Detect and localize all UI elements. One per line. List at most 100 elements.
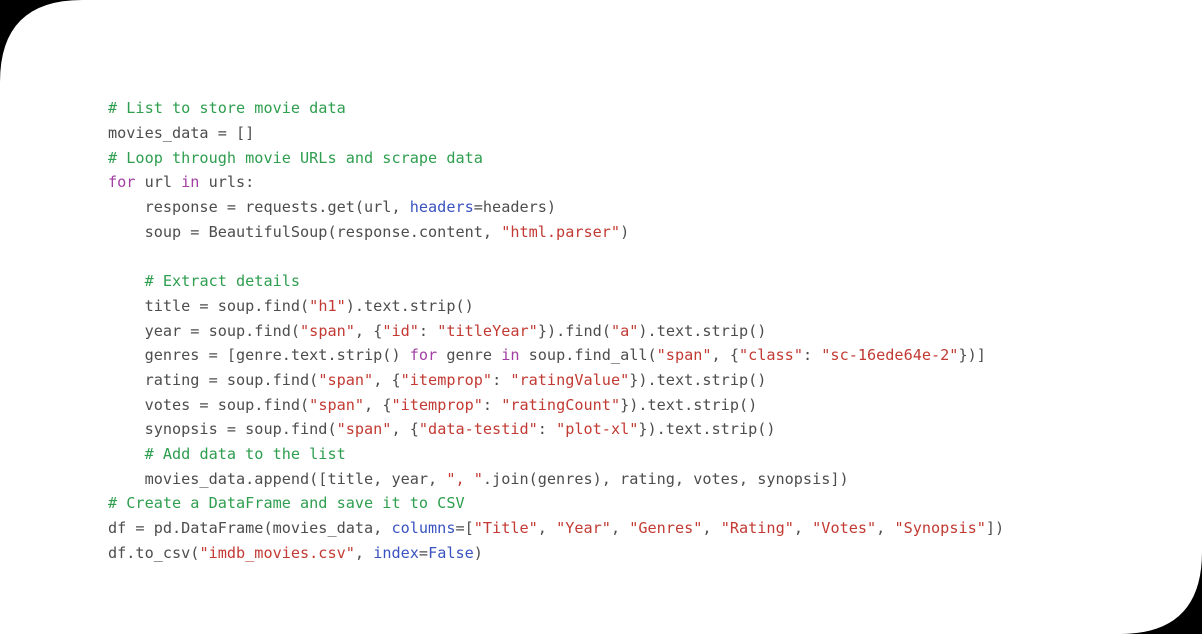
code-token-plain: : [802,346,822,365]
code-token-string: "itemprop" [400,370,493,389]
code-token-plain: ]) [985,519,1005,538]
code-line: year = soup.find("span", {"id": "titleYe… [108,319,1004,344]
code-token-plain: : [418,321,438,340]
code-token-plain: : [482,395,502,414]
code-token-string: "Synopsis" [894,519,986,538]
code-token-plain: =[ [455,519,474,538]
code-line: votes = soup.find("span", {"itemprop": "… [108,393,1004,418]
code-line: movies_data = [] [108,121,1004,146]
code-token-kwarg: columns [391,519,456,538]
code-token-plain: , { [711,346,739,365]
code-token-plain: , { [373,370,401,389]
code-token-plain: response = requests.get(url, [108,198,410,216]
code-token-plain: urls: [199,173,255,192]
code-token-plain: genre [437,346,502,365]
code-token-plain: }).text.strip() [629,370,767,389]
code-line: genres = [genre.text.strip() for genre i… [108,343,1004,368]
code-token-plain: , [702,519,721,538]
code-token-comment: # Create a DataFrame and save it to CSV [108,494,465,513]
code-token-string: "ratingCount" [501,395,621,414]
code-token-string: "span" [656,346,712,365]
code-token-plain: })] [958,346,986,365]
code-line: synopsis = soup.find("span", {"data-test… [108,417,1004,442]
code-token-string: "h1" [309,296,346,315]
code-token-plain: , [354,543,374,562]
code-token-plain: , [876,519,895,538]
code-token-plain: year = soup.find( [108,321,301,340]
code-token-plain: }).text.strip() [638,420,776,439]
code-token-comment: # Extract details [144,272,301,291]
code-token-plain: ) [620,222,630,241]
code-token-plain: rating = soup.find( [108,370,319,389]
code-token-string: "plot-xl" [556,420,639,439]
code-token-plain: movies_data = [] [108,123,255,142]
code-token-string: "a" [610,321,639,340]
corner-decoration-top-left [0,0,82,82]
code-token-plain: : [537,420,557,439]
code-line: movies_data.append([title, year, ", ".jo… [108,467,1004,492]
code-token-plain: : [492,370,511,389]
code-token-plain: title = soup.find( [108,296,310,315]
code-token-keyword: in [181,173,200,192]
code-token-plain: =headers) [473,198,557,216]
code-token-plain: , [793,519,813,538]
code-token-plain: synopsis = soup.find( [108,420,337,439]
code-token-keyword: in [501,346,520,365]
code-token-string: "sc-16ede64e-2" [821,346,959,365]
code-token-plain: , [537,519,557,538]
code-token-string: "Year" [556,519,611,538]
code-token-plain: ).text.strip() [345,296,474,315]
code-token-plain: .join(genres), rating, votes, synopsis]) [482,469,849,488]
code-token-plain: soup = BeautifulSoup(response.content, [108,222,502,241]
code-token-comment: # List to store movie data [108,99,346,118]
python-code-block: # List to store movie data movies_data = … [108,96,1004,565]
code-token-plain: , { [354,321,383,340]
code-token-plain: df = pd.DataFrame(movies_data, [108,519,392,538]
code-token-plain: , [610,519,630,538]
code-line: # Add data to the list [108,442,1004,467]
code-token-plain: ) [473,543,483,562]
code-token-string: "Title" [473,519,538,538]
code-line: rating = soup.find("span", {"itemprop": … [108,368,1004,393]
code-token-plain: ).text.strip() [638,321,767,340]
code-token-string: "id" [382,321,419,340]
code-token-string: "html.parser" [501,222,621,241]
code-token-string: "data-testid" [418,420,538,439]
code-token-plain: url [135,173,182,192]
code-token-plain: movies_data.append([title, year, [108,469,447,488]
code-token-builtin: False [428,543,474,562]
code-token-plain: genres = [genre.text.strip() [108,346,410,365]
code-token-plain: , { [364,395,392,414]
code-token-string: "class" [738,346,803,365]
code-token-kwarg: headers [409,198,474,216]
code-token-plain: = [418,543,429,562]
code-token-plain: }).find( [537,321,611,340]
code-token-string: "itemprop" [391,395,483,414]
code-token-plain: , { [391,420,419,439]
code-screenshot: # List to store movie data movies_data = … [0,0,1202,634]
code-token-comment: # Loop through movie URLs and scrape dat… [108,148,483,167]
code-token-string: "titleYear" [437,321,538,340]
code-token-plain: }).text.strip() [620,395,758,414]
code-line: response = requests.get(url, headers=hea… [108,195,1004,220]
code-token-string: "span" [309,395,365,414]
corner-decoration-bottom-right [1120,552,1202,634]
code-line: # Create a DataFrame and save it to CSV [108,491,1004,516]
code-line: # List to store movie data [108,96,1004,121]
code-token-comment: # Add data to the list [144,445,346,464]
code-token-string: "ratingValue" [510,370,630,389]
code-line: # Loop through movie URLs and scrape dat… [108,146,1004,171]
code-token-string: ", " [446,469,483,488]
code-token-keyword: for [409,346,438,365]
code-line: title = soup.find("h1").text.strip() [108,294,1004,319]
code-line: df = pd.DataFrame(movies_data, columns=[… [108,516,1004,541]
code-token-plain: votes = soup.find( [108,395,310,414]
code-token-string: "Genres" [629,519,703,538]
code-line: soup = BeautifulSoup(response.content, "… [108,220,1004,245]
code-token-plain: soup.find_all( [519,346,657,365]
code-token-keyword: for [108,173,136,192]
code-token-string: "Rating" [720,519,794,538]
